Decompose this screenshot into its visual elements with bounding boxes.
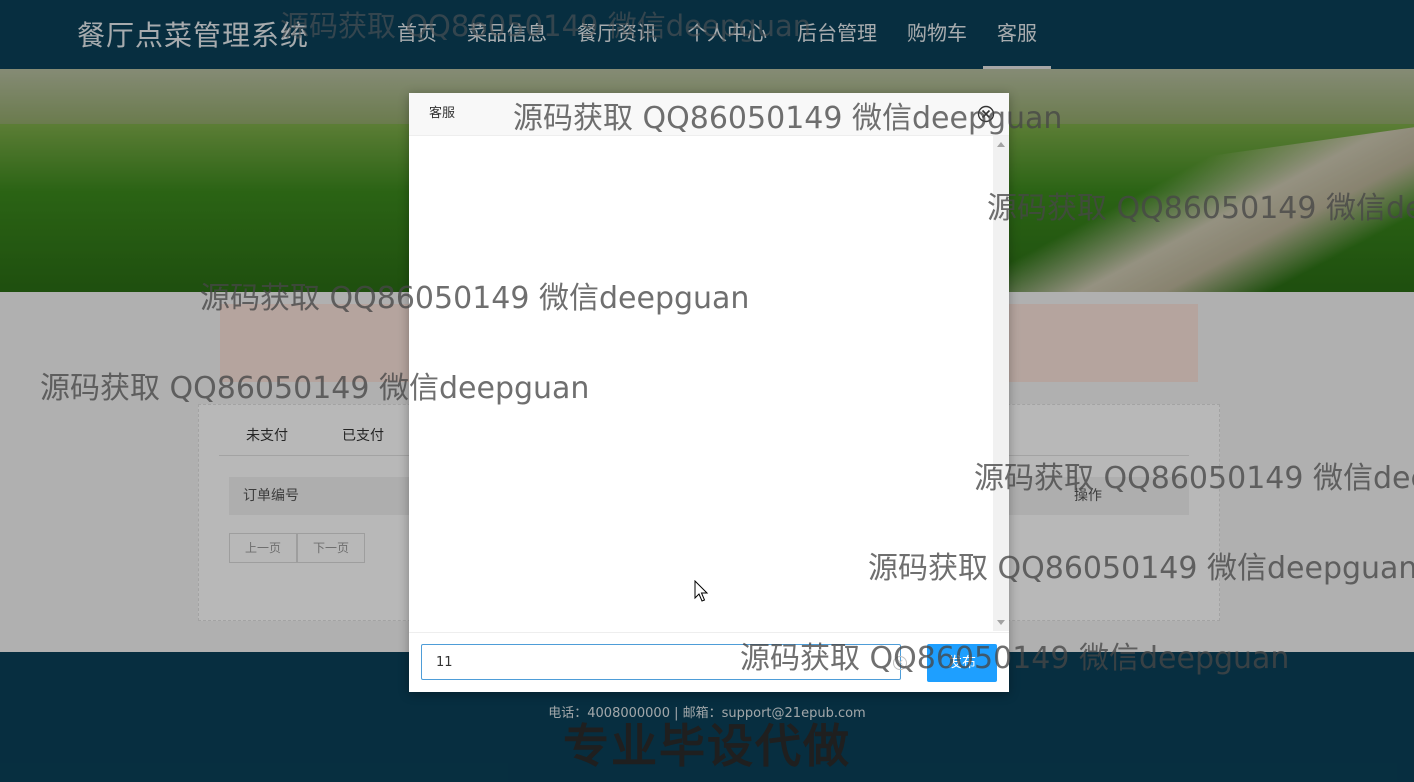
chat-scrollbar[interactable] [993, 136, 1009, 631]
mouse-cursor-icon [694, 580, 709, 602]
message-input[interactable] [421, 644, 901, 680]
dialog-title: 客服 [429, 106, 456, 121]
scroll-up-icon[interactable] [997, 142, 1005, 147]
slogan-watermark: 专业毕设代做 [563, 719, 851, 773]
clear-icon[interactable]: × [893, 656, 907, 670]
chat-input-bar: × 发布 [409, 632, 1009, 693]
dialog-title-bar: 客服 [409, 93, 1009, 136]
scroll-down-icon[interactable] [997, 620, 1005, 625]
chat-message-area[interactable] [409, 136, 993, 631]
close-icon[interactable] [977, 105, 995, 123]
send-button[interactable]: 发布 [927, 644, 997, 682]
